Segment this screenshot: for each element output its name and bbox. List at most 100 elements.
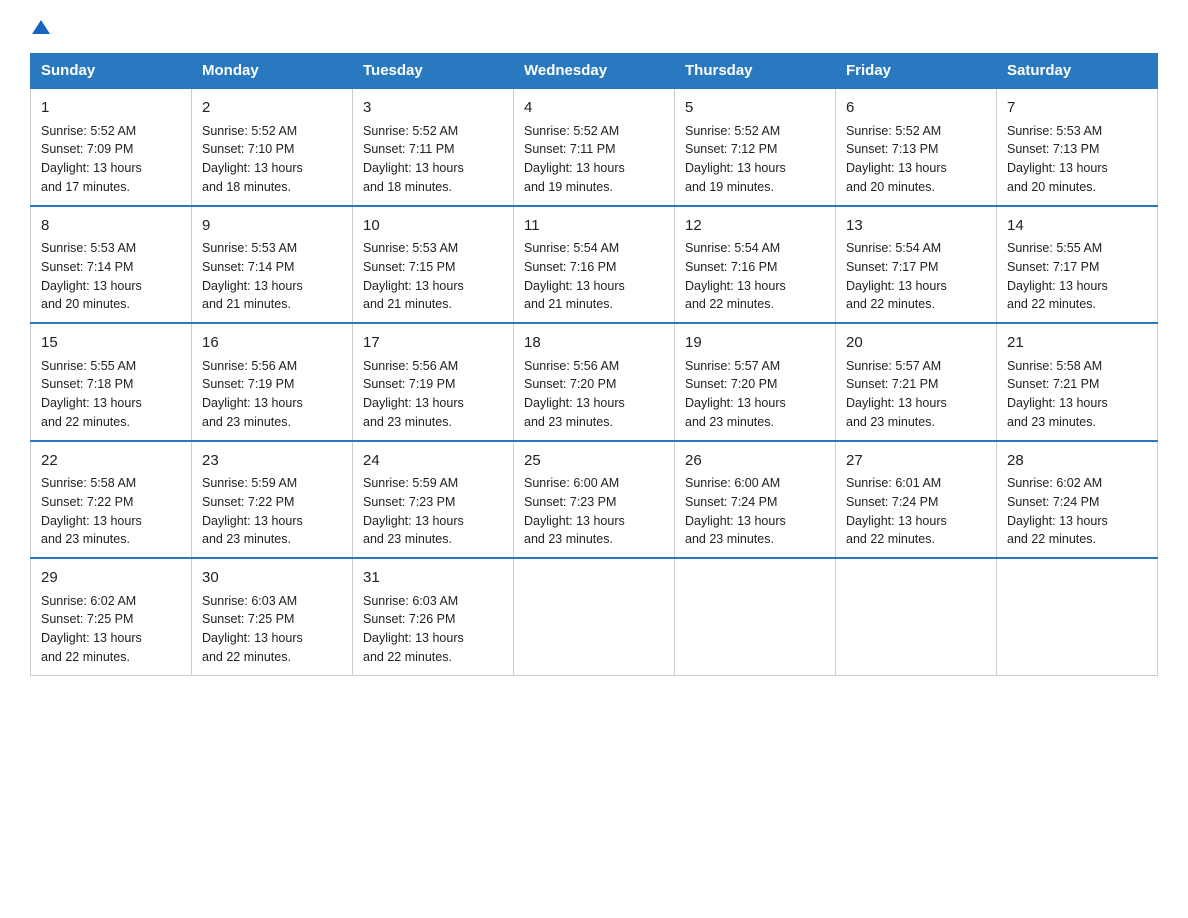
day-info: Sunrise: 5:57 AM Sunset: 7:21 PM Dayligh… — [846, 357, 986, 432]
calendar-day-cell: 1Sunrise: 5:52 AM Sunset: 7:09 PM Daylig… — [31, 88, 192, 206]
calendar-day-cell: 7Sunrise: 5:53 AM Sunset: 7:13 PM Daylig… — [997, 88, 1158, 206]
day-number: 31 — [363, 567, 503, 590]
day-number: 26 — [685, 450, 825, 473]
day-info: Sunrise: 5:53 AM Sunset: 7:15 PM Dayligh… — [363, 239, 503, 314]
calendar-day-cell: 4Sunrise: 5:52 AM Sunset: 7:11 PM Daylig… — [514, 88, 675, 206]
calendar-day-cell: 21Sunrise: 5:58 AM Sunset: 7:21 PM Dayli… — [997, 323, 1158, 441]
day-info: Sunrise: 5:55 AM Sunset: 7:17 PM Dayligh… — [1007, 239, 1147, 314]
page-header — [30, 20, 1158, 35]
day-number: 30 — [202, 567, 342, 590]
calendar-day-cell: 10Sunrise: 5:53 AM Sunset: 7:15 PM Dayli… — [353, 206, 514, 324]
day-number: 13 — [846, 215, 986, 238]
day-number: 8 — [41, 215, 181, 238]
day-info: Sunrise: 5:52 AM Sunset: 7:09 PM Dayligh… — [41, 122, 181, 197]
day-number: 17 — [363, 332, 503, 355]
day-number: 16 — [202, 332, 342, 355]
calendar-week-row: 15Sunrise: 5:55 AM Sunset: 7:18 PM Dayli… — [31, 323, 1158, 441]
day-number: 27 — [846, 450, 986, 473]
day-number: 3 — [363, 97, 503, 120]
day-info: Sunrise: 5:56 AM Sunset: 7:19 PM Dayligh… — [363, 357, 503, 432]
header-row: SundayMondayTuesdayWednesdayThursdayFrid… — [31, 54, 1158, 89]
calendar-day-cell: 23Sunrise: 5:59 AM Sunset: 7:22 PM Dayli… — [192, 441, 353, 559]
day-number: 12 — [685, 215, 825, 238]
day-number: 23 — [202, 450, 342, 473]
logo-block — [30, 20, 50, 35]
calendar-day-cell: 16Sunrise: 5:56 AM Sunset: 7:19 PM Dayli… — [192, 323, 353, 441]
day-number: 15 — [41, 332, 181, 355]
day-number: 25 — [524, 450, 664, 473]
calendar-week-row: 8Sunrise: 5:53 AM Sunset: 7:14 PM Daylig… — [31, 206, 1158, 324]
day-info: Sunrise: 5:56 AM Sunset: 7:20 PM Dayligh… — [524, 357, 664, 432]
day-info: Sunrise: 6:00 AM Sunset: 7:23 PM Dayligh… — [524, 474, 664, 549]
calendar-day-cell: 2Sunrise: 5:52 AM Sunset: 7:10 PM Daylig… — [192, 88, 353, 206]
day-info: Sunrise: 5:52 AM Sunset: 7:10 PM Dayligh… — [202, 122, 342, 197]
calendar-day-cell: 5Sunrise: 5:52 AM Sunset: 7:12 PM Daylig… — [675, 88, 836, 206]
day-info: Sunrise: 5:54 AM Sunset: 7:17 PM Dayligh… — [846, 239, 986, 314]
calendar-day-cell: 9Sunrise: 5:53 AM Sunset: 7:14 PM Daylig… — [192, 206, 353, 324]
day-number: 20 — [846, 332, 986, 355]
calendar-day-cell: 14Sunrise: 5:55 AM Sunset: 7:17 PM Dayli… — [997, 206, 1158, 324]
day-number: 24 — [363, 450, 503, 473]
day-info: Sunrise: 5:53 AM Sunset: 7:13 PM Dayligh… — [1007, 122, 1147, 197]
day-number: 21 — [1007, 332, 1147, 355]
calendar-day-cell: 19Sunrise: 5:57 AM Sunset: 7:20 PM Dayli… — [675, 323, 836, 441]
day-info: Sunrise: 6:02 AM Sunset: 7:25 PM Dayligh… — [41, 592, 181, 667]
calendar-day-cell: 17Sunrise: 5:56 AM Sunset: 7:19 PM Dayli… — [353, 323, 514, 441]
column-header-thursday: Thursday — [675, 54, 836, 89]
day-info: Sunrise: 6:03 AM Sunset: 7:26 PM Dayligh… — [363, 592, 503, 667]
logo — [30, 20, 50, 35]
day-info: Sunrise: 5:52 AM Sunset: 7:11 PM Dayligh… — [524, 122, 664, 197]
column-header-tuesday: Tuesday — [353, 54, 514, 89]
calendar-empty-cell — [836, 558, 997, 675]
day-number: 5 — [685, 97, 825, 120]
day-info: Sunrise: 5:53 AM Sunset: 7:14 PM Dayligh… — [41, 239, 181, 314]
day-info: Sunrise: 5:59 AM Sunset: 7:22 PM Dayligh… — [202, 474, 342, 549]
day-number: 29 — [41, 567, 181, 590]
day-info: Sunrise: 6:03 AM Sunset: 7:25 PM Dayligh… — [202, 592, 342, 667]
calendar-day-cell: 15Sunrise: 5:55 AM Sunset: 7:18 PM Dayli… — [31, 323, 192, 441]
day-info: Sunrise: 5:52 AM Sunset: 7:13 PM Dayligh… — [846, 122, 986, 197]
calendar-day-cell: 12Sunrise: 5:54 AM Sunset: 7:16 PM Dayli… — [675, 206, 836, 324]
day-info: Sunrise: 6:01 AM Sunset: 7:24 PM Dayligh… — [846, 474, 986, 549]
calendar-day-cell: 20Sunrise: 5:57 AM Sunset: 7:21 PM Dayli… — [836, 323, 997, 441]
calendar-day-cell: 24Sunrise: 5:59 AM Sunset: 7:23 PM Dayli… — [353, 441, 514, 559]
day-number: 19 — [685, 332, 825, 355]
calendar-day-cell: 28Sunrise: 6:02 AM Sunset: 7:24 PM Dayli… — [997, 441, 1158, 559]
day-info: Sunrise: 5:59 AM Sunset: 7:23 PM Dayligh… — [363, 474, 503, 549]
calendar-day-cell: 30Sunrise: 6:03 AM Sunset: 7:25 PM Dayli… — [192, 558, 353, 675]
day-number: 7 — [1007, 97, 1147, 120]
day-number: 4 — [524, 97, 664, 120]
day-info: Sunrise: 5:56 AM Sunset: 7:19 PM Dayligh… — [202, 357, 342, 432]
calendar-day-cell: 22Sunrise: 5:58 AM Sunset: 7:22 PM Dayli… — [31, 441, 192, 559]
column-header-saturday: Saturday — [997, 54, 1158, 89]
day-info: Sunrise: 6:02 AM Sunset: 7:24 PM Dayligh… — [1007, 474, 1147, 549]
calendar-day-cell: 26Sunrise: 6:00 AM Sunset: 7:24 PM Dayli… — [675, 441, 836, 559]
day-info: Sunrise: 5:52 AM Sunset: 7:11 PM Dayligh… — [363, 122, 503, 197]
day-info: Sunrise: 5:58 AM Sunset: 7:21 PM Dayligh… — [1007, 357, 1147, 432]
calendar-day-cell: 25Sunrise: 6:00 AM Sunset: 7:23 PM Dayli… — [514, 441, 675, 559]
day-number: 9 — [202, 215, 342, 238]
calendar-day-cell: 31Sunrise: 6:03 AM Sunset: 7:26 PM Dayli… — [353, 558, 514, 675]
day-number: 6 — [846, 97, 986, 120]
day-number: 14 — [1007, 215, 1147, 238]
calendar-table: SundayMondayTuesdayWednesdayThursdayFrid… — [30, 53, 1158, 676]
calendar-week-row: 22Sunrise: 5:58 AM Sunset: 7:22 PM Dayli… — [31, 441, 1158, 559]
column-header-sunday: Sunday — [31, 54, 192, 89]
day-info: Sunrise: 5:58 AM Sunset: 7:22 PM Dayligh… — [41, 474, 181, 549]
calendar-day-cell: 8Sunrise: 5:53 AM Sunset: 7:14 PM Daylig… — [31, 206, 192, 324]
day-number: 11 — [524, 215, 664, 238]
day-info: Sunrise: 5:52 AM Sunset: 7:12 PM Dayligh… — [685, 122, 825, 197]
day-info: Sunrise: 5:54 AM Sunset: 7:16 PM Dayligh… — [685, 239, 825, 314]
day-number: 22 — [41, 450, 181, 473]
calendar-empty-cell — [997, 558, 1158, 675]
day-info: Sunrise: 5:54 AM Sunset: 7:16 PM Dayligh… — [524, 239, 664, 314]
calendar-day-cell: 13Sunrise: 5:54 AM Sunset: 7:17 PM Dayli… — [836, 206, 997, 324]
calendar-empty-cell — [675, 558, 836, 675]
calendar-day-cell: 29Sunrise: 6:02 AM Sunset: 7:25 PM Dayli… — [31, 558, 192, 675]
calendar-day-cell: 27Sunrise: 6:01 AM Sunset: 7:24 PM Dayli… — [836, 441, 997, 559]
calendar-week-row: 29Sunrise: 6:02 AM Sunset: 7:25 PM Dayli… — [31, 558, 1158, 675]
day-info: Sunrise: 5:55 AM Sunset: 7:18 PM Dayligh… — [41, 357, 181, 432]
day-info: Sunrise: 6:00 AM Sunset: 7:24 PM Dayligh… — [685, 474, 825, 549]
day-info: Sunrise: 5:53 AM Sunset: 7:14 PM Dayligh… — [202, 239, 342, 314]
column-header-friday: Friday — [836, 54, 997, 89]
